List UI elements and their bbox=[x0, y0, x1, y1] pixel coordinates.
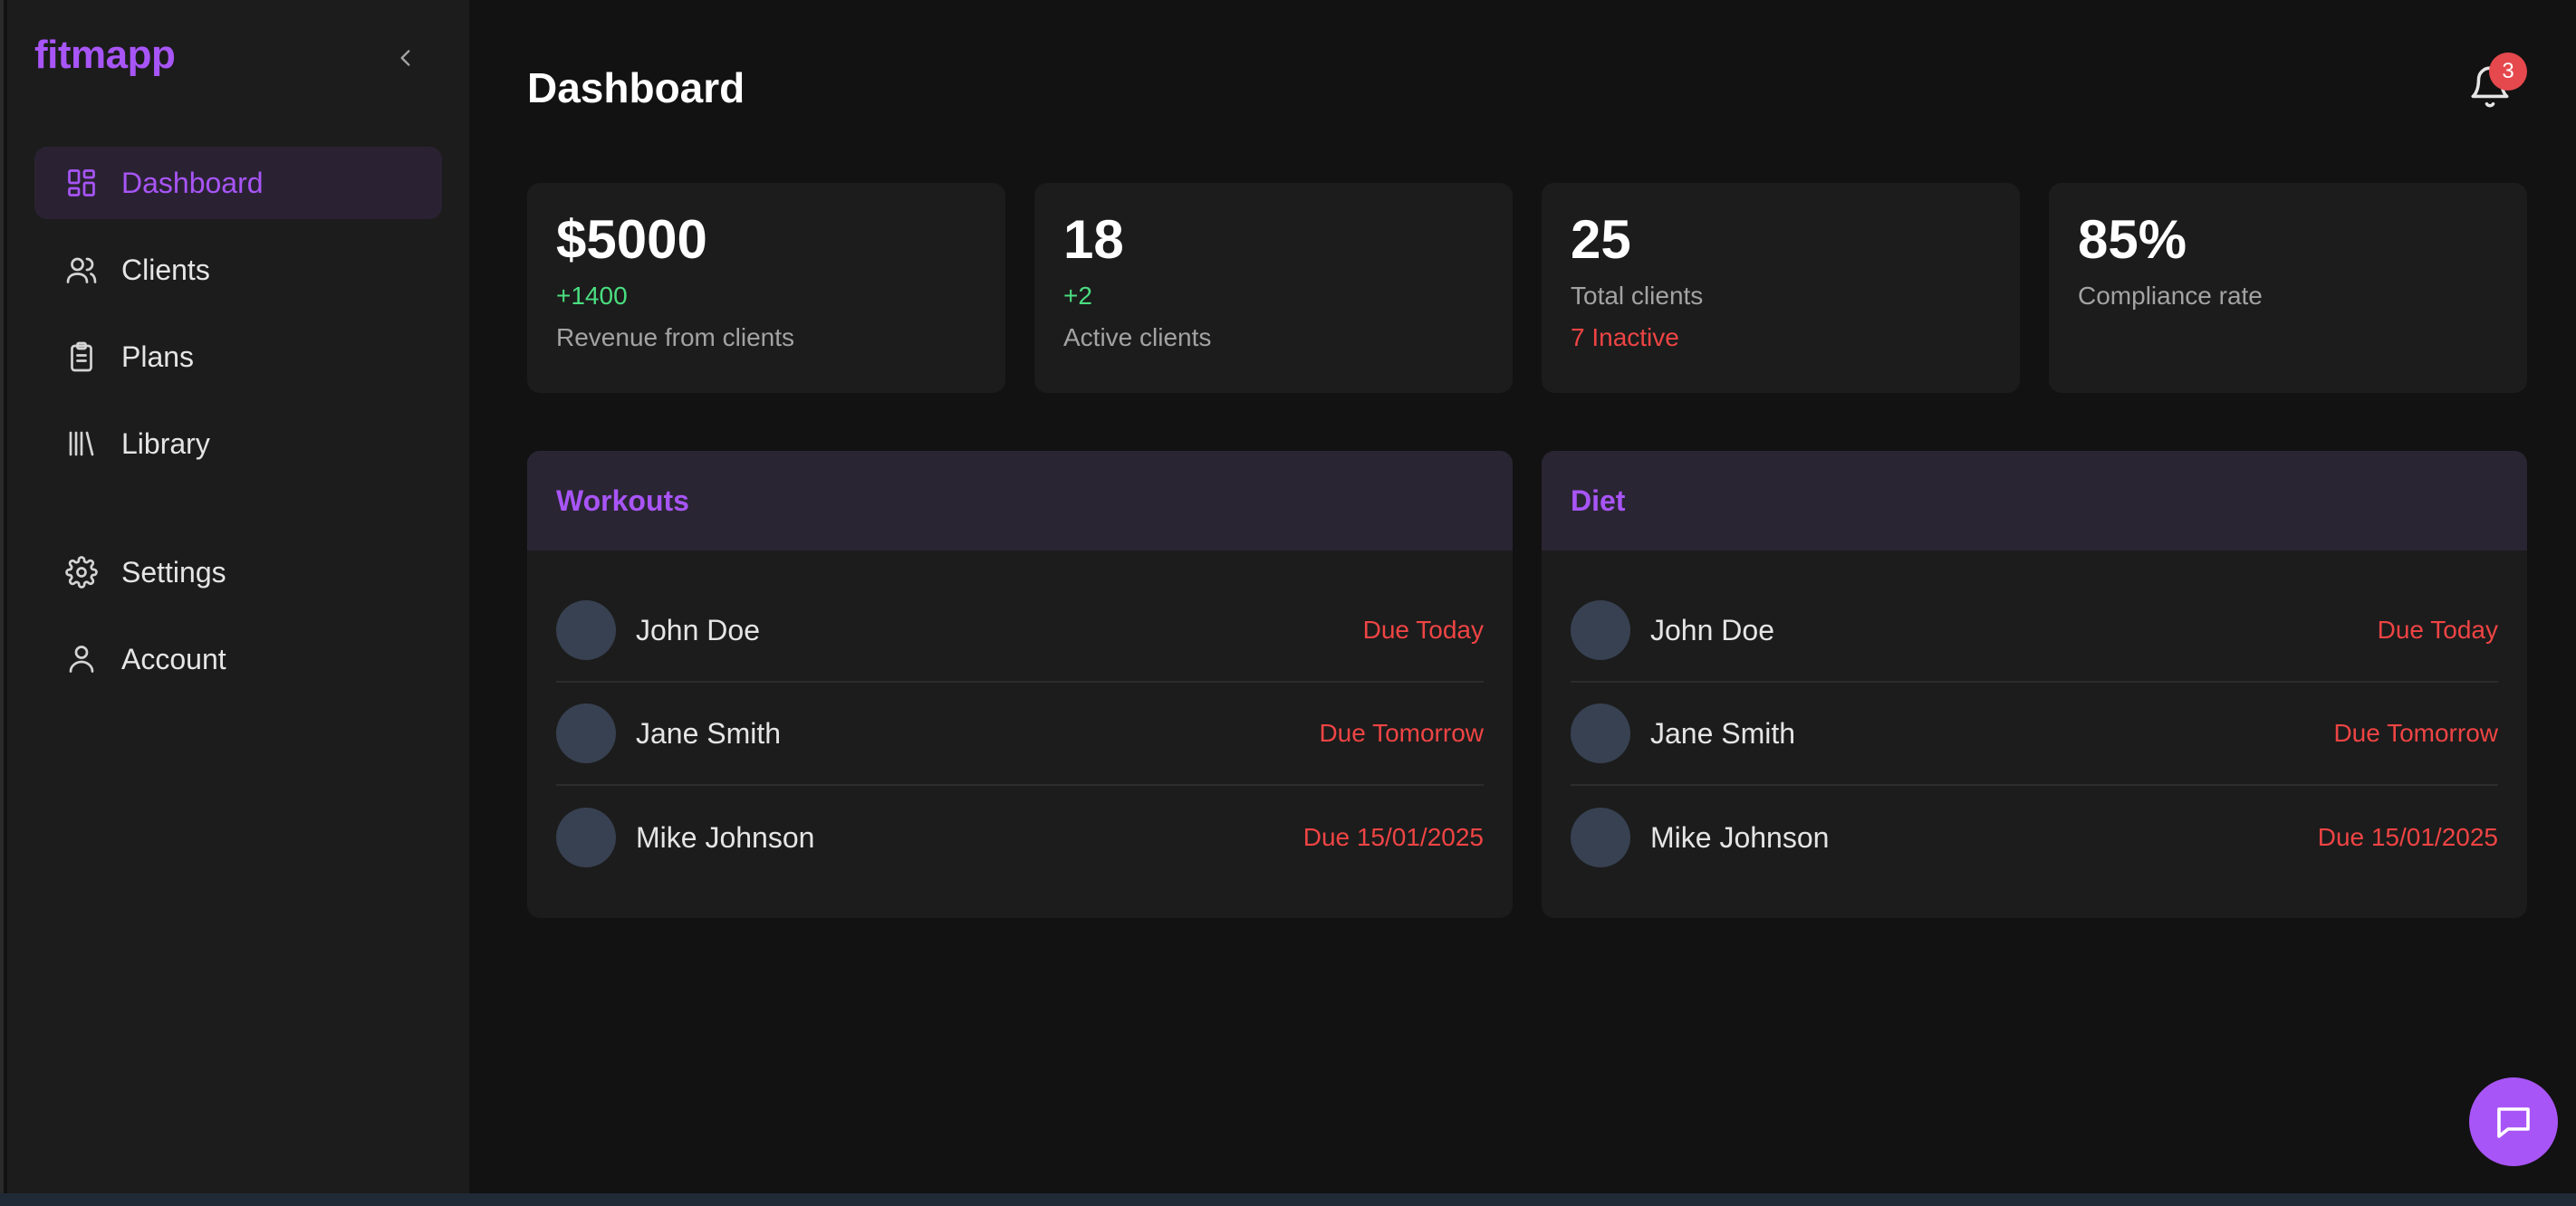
list-item[interactable]: Jane Smith Due Tomorrow bbox=[556, 683, 1484, 786]
sidebar-item-label: Dashboard bbox=[121, 166, 264, 199]
avatar bbox=[1571, 808, 1630, 867]
stat-value: 18 bbox=[1063, 209, 1124, 270]
app-logo[interactable]: fitmapp bbox=[34, 33, 176, 78]
stat-label: Revenue from clients bbox=[556, 323, 795, 351]
stats-row: $5000 +1400 Revenue from clients 18 +2 A… bbox=[527, 183, 2527, 393]
diet-panel: Diet John Doe Due Today Jane Smith Due T… bbox=[1542, 451, 2527, 918]
sidebar: fitmapp Dashboard Clients Plans Library … bbox=[7, 0, 469, 1193]
stat-value: $5000 bbox=[556, 209, 707, 270]
stat-label: Compliance rate bbox=[2078, 282, 2263, 310]
chat-button[interactable] bbox=[2469, 1077, 2558, 1166]
sidebar-item-label: Clients bbox=[121, 253, 210, 286]
page-title: Dashboard bbox=[527, 64, 745, 111]
chevron-left-icon bbox=[400, 50, 410, 66]
panels-row: Workouts John Doe Due Today Jane Smith D… bbox=[527, 451, 2527, 918]
due-label: Due 15/01/2025 bbox=[2317, 823, 2498, 851]
gear-icon bbox=[63, 554, 100, 590]
list-item[interactable]: John Doe Due Today bbox=[556, 579, 1484, 683]
client-name: Mike Johnson bbox=[1650, 820, 1830, 854]
sidebar-item-clients[interactable]: Clients bbox=[34, 234, 442, 306]
panel-title: Workouts bbox=[527, 451, 1513, 550]
client-name: Jane Smith bbox=[636, 716, 782, 750]
client-name: John Doe bbox=[1650, 613, 1774, 646]
collapse-sidebar-button[interactable] bbox=[388, 40, 424, 76]
list-item[interactable]: John Doe Due Today bbox=[1571, 579, 2498, 683]
client-name: John Doe bbox=[636, 613, 760, 646]
list-item[interactable]: Mike Johnson Due 15/01/2025 bbox=[556, 786, 1484, 889]
dashboard-icon bbox=[63, 165, 100, 201]
stat-delta: +2 bbox=[1063, 282, 1092, 310]
sidebar-item-account[interactable]: Account bbox=[34, 623, 442, 695]
sidebar-item-settings[interactable]: Settings bbox=[34, 536, 442, 608]
notification-count-badge: 3 bbox=[2489, 53, 2527, 91]
stat-card-total-clients: 25 Total clients 7 Inactive bbox=[1542, 183, 2020, 393]
stat-inactive-count: 7 Inactive bbox=[1571, 323, 1679, 351]
stat-card-compliance: 85% Compliance rate bbox=[2049, 183, 2527, 393]
chat-icon bbox=[2497, 1107, 2530, 1138]
client-name: Mike Johnson bbox=[636, 820, 815, 854]
avatar bbox=[1571, 600, 1630, 660]
avatar bbox=[556, 600, 616, 660]
stat-card-active-clients: 18 +2 Active clients bbox=[1034, 183, 1513, 393]
stat-card-revenue: $5000 +1400 Revenue from clients bbox=[527, 183, 1005, 393]
workouts-list: John Doe Due Today Jane Smith Due Tomorr… bbox=[527, 550, 1513, 889]
avatar bbox=[556, 808, 616, 867]
stat-delta: +1400 bbox=[556, 282, 628, 310]
due-label: Due Today bbox=[1362, 616, 1484, 644]
app-frame: fitmapp Dashboard Clients Plans Library … bbox=[0, 0, 2576, 1206]
window-bottom-edge bbox=[0, 1193, 2576, 1206]
user-icon bbox=[63, 641, 100, 677]
sidebar-item-library[interactable]: Library bbox=[34, 407, 442, 480]
clipboard-icon bbox=[63, 339, 100, 375]
due-label: Due Tomorrow bbox=[2333, 719, 2498, 747]
avatar bbox=[556, 704, 616, 763]
list-item[interactable]: Jane Smith Due Tomorrow bbox=[1571, 683, 2498, 786]
avatar bbox=[1571, 704, 1630, 763]
due-label: Due Tomorrow bbox=[1319, 719, 1484, 747]
due-label: Due Today bbox=[2377, 616, 2498, 644]
stat-label: Active clients bbox=[1063, 323, 1212, 351]
sidebar-item-dashboard[interactable]: Dashboard bbox=[34, 147, 442, 219]
sidebar-item-label: Plans bbox=[121, 340, 195, 373]
stat-value: 85% bbox=[2078, 209, 2187, 270]
sidebar-item-plans[interactable]: Plans bbox=[34, 321, 442, 393]
due-label: Due 15/01/2025 bbox=[1302, 823, 1484, 851]
client-name: Jane Smith bbox=[1650, 716, 1796, 750]
panel-title: Diet bbox=[1542, 451, 2527, 550]
library-icon bbox=[63, 426, 100, 462]
sidebar-item-label: Account bbox=[121, 642, 226, 675]
diet-list: John Doe Due Today Jane Smith Due Tomorr… bbox=[1542, 550, 2527, 889]
sidebar-item-label: Library bbox=[121, 426, 210, 460]
stat-label: Total clients bbox=[1571, 282, 1704, 310]
sidebar-item-label: Settings bbox=[121, 555, 226, 589]
users-icon bbox=[63, 252, 100, 288]
sidebar-nav: Dashboard Clients Plans Library Settings… bbox=[34, 147, 442, 710]
workouts-panel: Workouts John Doe Due Today Jane Smith D… bbox=[527, 451, 1513, 918]
stat-value: 25 bbox=[1571, 209, 1631, 270]
list-item[interactable]: Mike Johnson Due 15/01/2025 bbox=[1571, 786, 2498, 889]
